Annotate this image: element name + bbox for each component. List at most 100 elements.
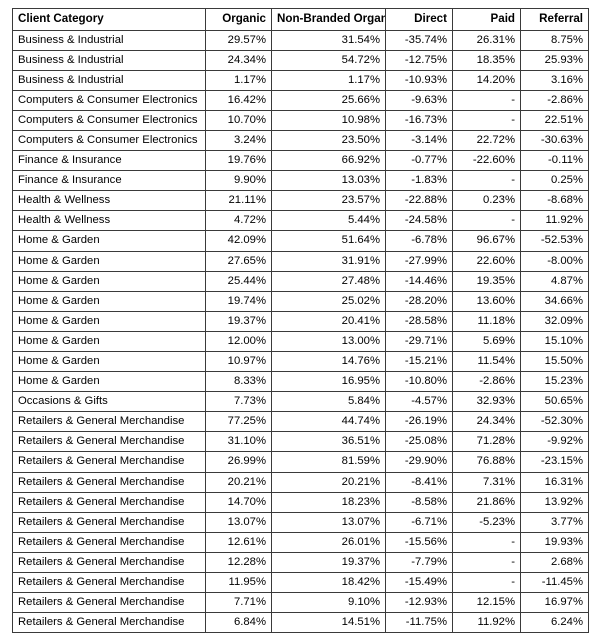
cell-client-category: Home & Garden	[12, 371, 206, 393]
cell-referral: 4.87%	[520, 270, 589, 292]
cell-client-category: Retailers & General Merchandise	[12, 511, 206, 533]
cell-client-category: Retailers & General Merchandise	[12, 531, 206, 553]
cell-direct: -35.74%	[385, 29, 453, 51]
cell-paid: 26.31%	[452, 29, 521, 51]
cell-paid: -	[452, 531, 521, 553]
cell-paid: 19.35%	[452, 270, 521, 292]
cell-organic: 19.76%	[205, 150, 272, 172]
cell-referral: -52.30%	[520, 411, 589, 433]
cell-referral: 15.50%	[520, 350, 589, 373]
table-header: Client Category Organic Non-Branded Orga…	[12, 8, 589, 31]
cell-non-branded-organic: 27.48%	[271, 270, 386, 292]
cell-direct: -29.71%	[385, 330, 453, 353]
cell-paid: 11.92%	[452, 612, 521, 633]
cell-non-branded-organic: 36.51%	[271, 431, 386, 453]
cell-referral: 6.24%	[520, 612, 589, 633]
cell-referral: 0.25%	[520, 170, 589, 192]
cell-client-category: Business & Industrial	[12, 29, 206, 51]
cell-client-category: Home & Garden	[12, 350, 206, 373]
cell-referral: 2.68%	[520, 551, 589, 574]
cell-non-branded-organic: 81.59%	[271, 451, 386, 473]
cell-client-category: Home & Garden	[12, 330, 206, 353]
cell-client-category: Business & Industrial	[12, 69, 206, 91]
cell-paid: -	[452, 109, 521, 131]
cell-client-category: Computers & Consumer Electronics	[12, 89, 206, 111]
cell-direct: -15.49%	[385, 572, 453, 594]
cell-referral: 15.10%	[520, 330, 589, 353]
cell-organic: 21.11%	[205, 190, 272, 212]
cell-organic: 42.09%	[205, 230, 272, 252]
cell-non-branded-organic: 25.02%	[271, 290, 386, 312]
column-header-organic: Organic	[205, 8, 272, 31]
cell-organic: 14.70%	[205, 491, 272, 513]
cell-non-branded-organic: 66.92%	[271, 150, 386, 172]
column-header-non-branded-organic: Non-Branded Organic	[271, 8, 386, 31]
cell-client-category: Home & Garden	[12, 250, 206, 272]
cell-client-category: Retailers & General Merchandise	[12, 592, 206, 614]
cell-client-category: Home & Garden	[12, 290, 206, 312]
cell-paid: -22.60%	[452, 150, 521, 172]
cell-non-branded-organic: 5.44%	[271, 210, 386, 232]
cell-paid: -2.86%	[452, 371, 521, 393]
cell-paid: 76.88%	[452, 451, 521, 473]
cell-non-branded-organic: 23.50%	[271, 129, 386, 152]
cell-organic: 29.57%	[205, 29, 272, 51]
cell-non-branded-organic: 20.41%	[271, 310, 386, 332]
table-row: Finance & Insurance 19.76% 66.92% -0.77% -22…	[12, 150, 589, 172]
cell-non-branded-organic: 51.64%	[271, 230, 386, 252]
table-header-row: Client Category Organic Non-Branded Orga…	[12, 8, 589, 31]
cell-referral: -52.53%	[520, 230, 589, 252]
cell-non-branded-organic: 13.03%	[271, 170, 386, 192]
cell-paid: 32.93%	[452, 391, 521, 413]
cell-referral: 32.09%	[520, 310, 589, 332]
cell-organic: 16.42%	[205, 89, 272, 111]
cell-organic: 12.28%	[205, 551, 272, 574]
cell-paid: 7.31%	[452, 471, 521, 493]
cell-non-branded-organic: 5.84%	[271, 391, 386, 413]
cell-non-branded-organic: 23.57%	[271, 190, 386, 212]
cell-client-category: Retailers & General Merchandise	[12, 612, 206, 633]
cell-organic: 31.10%	[205, 431, 272, 453]
table-row: Retailers & General Merchandise 20.21% 20.…	[12, 471, 589, 493]
column-header-category: Client Category	[12, 8, 206, 31]
cell-direct: -10.93%	[385, 69, 453, 91]
cell-paid: 96.67%	[452, 230, 521, 252]
table-row: Computers & Consumer Electronics 16.42% 25…	[12, 89, 589, 111]
cell-non-branded-organic: 9.10%	[271, 592, 386, 614]
cell-client-category: Health & Wellness	[12, 190, 206, 212]
cell-non-branded-organic: 26.01%	[271, 531, 386, 553]
cell-paid: 24.34%	[452, 411, 521, 433]
column-header-direct: Direct	[385, 8, 453, 31]
cell-paid: 14.20%	[452, 69, 521, 91]
cell-client-category: Retailers & General Merchandise	[12, 491, 206, 513]
cell-direct: -8.41%	[385, 471, 453, 493]
cell-direct: -6.71%	[385, 511, 453, 533]
table-row: Health & Wellness 4.72% 5.44% -24.58% -11.92…	[12, 210, 589, 232]
cell-referral: 22.51%	[520, 109, 589, 131]
client-category-table: Client Category Organic Non-Branded Orga…	[12, 8, 589, 633]
cell-client-category: Computers & Consumer Electronics	[12, 109, 206, 131]
cell-non-branded-organic: 18.23%	[271, 491, 386, 513]
cell-client-category: Retailers & General Merchandise	[12, 431, 206, 453]
cell-client-category: Business & Industrial	[12, 49, 206, 71]
cell-organic: 20.21%	[205, 471, 272, 493]
cell-non-branded-organic: 18.42%	[271, 572, 386, 594]
cell-referral: 50.65%	[520, 391, 589, 413]
cell-paid: -5.23%	[452, 511, 521, 533]
cell-paid: 21.86%	[452, 491, 521, 513]
cell-client-category: Retailers & General Merchandise	[12, 471, 206, 493]
table-row: Computers & Consumer Electronics 3.24% 23.…	[12, 129, 589, 152]
table-row: Finance & Insurance 9.90% 13.03% -1.83% -0.2…	[12, 170, 589, 192]
cell-paid: -	[452, 210, 521, 232]
table-body: Business & Industrial 29.57% 31.54% -35.74%…	[12, 29, 589, 633]
cell-referral: -11.45%	[520, 572, 589, 594]
cell-referral: 3.16%	[520, 69, 589, 91]
cell-non-branded-organic: 16.95%	[271, 371, 386, 393]
cell-direct: -10.80%	[385, 371, 453, 393]
cell-client-category: Home & Garden	[12, 270, 206, 292]
cell-non-branded-organic: 14.76%	[271, 350, 386, 373]
cell-paid: -	[452, 572, 521, 594]
cell-organic: 3.24%	[205, 129, 272, 152]
cell-non-branded-organic: 31.91%	[271, 250, 386, 272]
cell-direct: -24.58%	[385, 210, 453, 232]
